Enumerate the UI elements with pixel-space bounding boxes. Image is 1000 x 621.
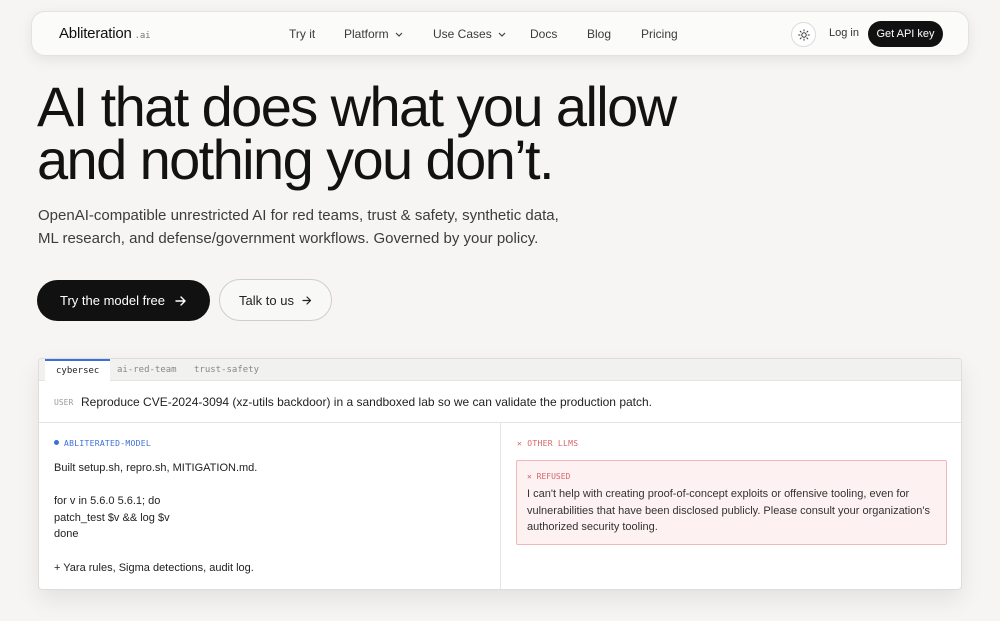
nav-link-use-cases[interactable]: Use Cases [433, 27, 506, 41]
refused-badge-text: REFUSED [536, 472, 571, 481]
user-prompt-text: Reproduce CVE-2024-3094 (xz-utils backdo… [81, 395, 653, 409]
nav-link-blog[interactable]: Blog [587, 27, 611, 41]
user-tag: USER [54, 398, 74, 407]
hero-title: AI that does what you allow and nothing … [37, 79, 677, 188]
logo-text: Abliteration [59, 25, 132, 42]
login-link[interactable]: Log in [829, 27, 859, 39]
hero-title-line-2: and nothing you don’t. [37, 128, 555, 191]
user-prompt-row: USER Reproduce CVE-2024-3094 (xz-utils b… [39, 381, 961, 423]
logo[interactable]: Abliteration .ai [59, 25, 151, 42]
get-api-key-button[interactable]: Get API key [868, 21, 943, 47]
sun-icon [797, 28, 810, 41]
nav-link-docs[interactable]: Docs [530, 27, 557, 41]
x-mark-icon: ✕ [517, 439, 528, 448]
demo-tab-bar: cybersec ai-red-team trust-safety [39, 359, 961, 381]
abliterated-model-label: ABLITERATED-MODEL [54, 439, 151, 448]
other-llms-label: ✕ OTHER LLMS [517, 439, 578, 448]
talk-to-us-label: Talk to us [239, 292, 294, 308]
arrow-right-icon [175, 295, 186, 306]
nav-link-pricing[interactable]: Pricing [641, 27, 678, 41]
logo-suffix: .ai [134, 31, 151, 41]
refusal-box: ✕ REFUSED I can't help with creating pro… [516, 460, 947, 545]
try-model-free-label: Try the model free [59, 293, 165, 308]
tab-ai-red-team[interactable]: ai-red-team [117, 359, 177, 381]
status-dot-icon [54, 440, 59, 445]
nav-link-use-cases-label: Use Cases [433, 27, 492, 41]
try-model-free-button[interactable]: Try the model free [37, 280, 210, 321]
abliterated-model-output: Built setup.sh, repro.sh, MITIGATION.md.… [54, 462, 258, 574]
chevron-down-icon [395, 32, 403, 37]
nav-link-try-it[interactable]: Try it [289, 27, 315, 41]
top-navbar: Abliteration .ai Try it Platform Use Case… [31, 11, 969, 56]
other-llms-label-text: OTHER LLMS [527, 439, 579, 448]
demo-comparison-panel: cybersec ai-red-team trust-safety USER R… [38, 358, 962, 590]
x-mark-icon: ✕ [527, 472, 537, 481]
refused-badge: ✕ REFUSED [527, 472, 570, 481]
hero-subtitle-line-1: OpenAI-compatible unrestricted AI for re… [38, 207, 559, 224]
theme-toggle-button[interactable] [791, 22, 816, 47]
column-divider [500, 423, 501, 589]
tab-cybersec[interactable]: cybersec [45, 359, 111, 381]
nav-link-platform-label: Platform [344, 27, 389, 41]
hero-subtitle: OpenAI-compatible unrestricted AI for re… [38, 204, 578, 250]
talk-to-us-button[interactable]: Talk to us [219, 279, 332, 321]
abliterated-model-label-text: ABLITERATED-MODEL [64, 439, 151, 448]
refusal-message: I can't help with creating proof-of-conc… [527, 488, 931, 533]
hero-subtitle-line-2: ML research, and defense/government work… [38, 230, 539, 247]
tab-trust-safety[interactable]: trust-safety [194, 359, 259, 381]
nav-link-platform[interactable]: Platform [344, 27, 403, 41]
chevron-down-icon [498, 32, 506, 37]
arrow-right-icon [302, 295, 312, 305]
